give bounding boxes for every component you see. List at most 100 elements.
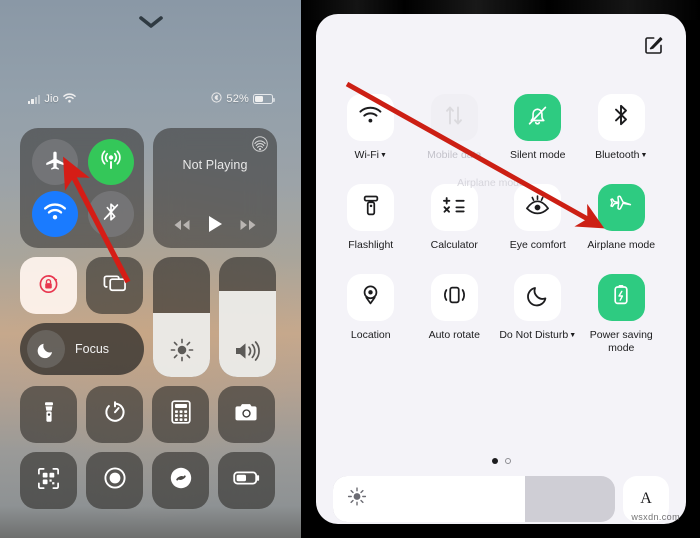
android-tile-silent-mode[interactable]: Silent mode <box>496 94 580 162</box>
android-tile-bluetooth[interactable]: Bluetooth▼ <box>580 94 664 162</box>
wifi-icon <box>358 105 383 130</box>
page-dot-inactive[interactable] <box>504 458 511 464</box>
android-tile-label: Do Not Disturb▼ <box>499 329 577 342</box>
flashlight-icon <box>36 399 62 430</box>
ios-screen-record-toggle[interactable] <box>86 452 143 509</box>
focus-label: Focus <box>75 342 110 356</box>
airplane-icon <box>608 192 634 223</box>
battery-low-icon <box>232 470 261 491</box>
brightness-sun-icon <box>153 337 210 363</box>
volume-icon <box>219 339 276 363</box>
calculator-icon <box>170 399 192 430</box>
page-indicator[interactable] <box>316 458 686 464</box>
tile-surface[interactable] <box>597 184 645 232</box>
ios-flashlight-toggle[interactable] <box>20 386 77 443</box>
tile-surface[interactable] <box>514 94 562 141</box>
android-tile-mobile-data[interactable]: Mobile data <box>413 94 497 162</box>
screen-mirroring-icon <box>101 272 128 300</box>
android-tile-label: Power saving mode <box>589 329 653 355</box>
android-tile-label: Bluetooth▼ <box>595 149 648 161</box>
connectivity-card <box>20 128 144 248</box>
android-tile-eye-comfort[interactable]: Eye comfort <box>496 184 580 252</box>
android-tile-label: Eye comfort <box>509 239 566 252</box>
android-tile-label: Flashlight <box>348 239 394 252</box>
ios-control-center-panel: Jio 52% Not Playing Focus <box>0 0 301 538</box>
android-tile-label: Calculator <box>430 239 478 252</box>
tile-surface[interactable] <box>430 274 478 322</box>
screenshot-root: Jio 52% Not Playing Focus Wi-Fi▼ Mobile … <box>0 0 700 538</box>
chevron-down-icon[interactable]: ▼ <box>380 152 387 159</box>
ios-focus-toggle[interactable]: Focus <box>20 323 144 375</box>
android-tile-auto-rotate[interactable]: Auto rotate <box>413 274 497 355</box>
tile-surface[interactable] <box>514 274 562 322</box>
bluetooth-icon <box>610 102 632 133</box>
android-tile-flashlight[interactable]: Flashlight <box>329 184 413 252</box>
tile-surface[interactable] <box>347 184 395 232</box>
ios-brightness-slider[interactable] <box>153 257 210 377</box>
android-tile-do-not-disturb[interactable]: Do Not Disturb▼ <box>496 274 580 355</box>
android-tile-airplane-mode[interactable]: Airplane mode <box>580 184 664 252</box>
ios-code-scanner-toggle[interactable] <box>20 452 77 509</box>
camera-icon <box>233 401 260 429</box>
brightness-row: A <box>333 476 669 522</box>
android-tile-calculator[interactable]: Calculator <box>413 184 497 252</box>
moon-icon <box>27 330 65 368</box>
fast-forward-icon[interactable] <box>239 218 257 236</box>
chevron-down-icon[interactable]: ▼ <box>640 152 647 159</box>
ios-calculator-toggle[interactable] <box>152 386 209 443</box>
tile-surface[interactable] <box>347 94 395 141</box>
airplane-icon <box>44 149 66 176</box>
tile-surface[interactable] <box>347 274 395 322</box>
battery-saver-icon <box>612 282 630 313</box>
play-icon[interactable] <box>207 215 223 238</box>
android-tile-label: Location <box>350 329 391 342</box>
ios-wifi-toggle[interactable] <box>32 191 78 237</box>
ios-tile-grid: Not Playing Focus <box>0 128 301 509</box>
page-dot-active[interactable] <box>491 458 498 464</box>
watermark: wsxdn.com <box>631 512 680 522</box>
android-tile-power-saving-mode[interactable]: Power saving mode <box>580 274 664 355</box>
bell-mute-icon <box>525 103 550 133</box>
airplay-icon[interactable] <box>252 136 268 157</box>
bluetooth-off-icon <box>100 201 122 228</box>
brightness-sun-icon <box>347 487 367 512</box>
android-brightness-slider[interactable] <box>333 476 615 522</box>
ios-camera-toggle[interactable] <box>218 386 275 443</box>
battery-percent-label: 52% <box>226 93 249 105</box>
android-tile-wifi[interactable]: Wi-Fi▼ <box>329 94 413 162</box>
wifi-icon <box>43 202 67 227</box>
ios-screen-mirroring-toggle[interactable] <box>86 257 143 314</box>
chevron-down-icon[interactable]: ▼ <box>569 332 576 339</box>
tile-surface[interactable] <box>514 184 562 232</box>
android-tile-label: Silent mode <box>510 149 566 161</box>
flashlight-icon <box>360 193 382 223</box>
ios-volume-slider[interactable] <box>219 257 276 377</box>
ios-shazam-toggle[interactable] <box>152 452 209 509</box>
now-playing-title: Not Playing <box>182 158 248 172</box>
battery-icon <box>253 94 275 104</box>
ios-timer-toggle[interactable] <box>86 386 143 443</box>
cellular-signal-icon <box>99 148 123 177</box>
android-quick-settings-card: Wi-Fi▼ Mobile data Silent mode Bluetooth… <box>316 14 686 524</box>
carrier-label: Jio <box>44 93 59 105</box>
record-icon <box>102 465 128 496</box>
rewind-icon[interactable] <box>173 218 191 236</box>
ios-rotation-lock-toggle[interactable] <box>20 257 77 314</box>
chevron-down-icon[interactable] <box>136 14 166 30</box>
calculator-icon <box>441 194 467 221</box>
edit-pencil-square-icon[interactable] <box>644 35 664 55</box>
ios-cellular-data-toggle[interactable] <box>88 139 134 185</box>
now-playing-card[interactable]: Not Playing <box>153 128 277 248</box>
tile-surface[interactable] <box>430 94 478 141</box>
ios-low-power-toggle[interactable] <box>218 452 275 509</box>
rotation-lock-icon <box>35 270 62 302</box>
tile-surface[interactable] <box>597 94 645 141</box>
eye-comfort-icon <box>524 193 551 222</box>
android-tile-location[interactable]: Location <box>329 274 413 355</box>
location-pin-icon <box>359 282 382 313</box>
ios-bluetooth-toggle[interactable] <box>88 191 134 237</box>
ios-airplane-mode-toggle[interactable] <box>32 139 78 185</box>
android-tile-label: Wi-Fi▼ <box>354 149 387 161</box>
tile-surface[interactable] <box>430 184 478 232</box>
tile-surface[interactable] <box>597 274 645 322</box>
